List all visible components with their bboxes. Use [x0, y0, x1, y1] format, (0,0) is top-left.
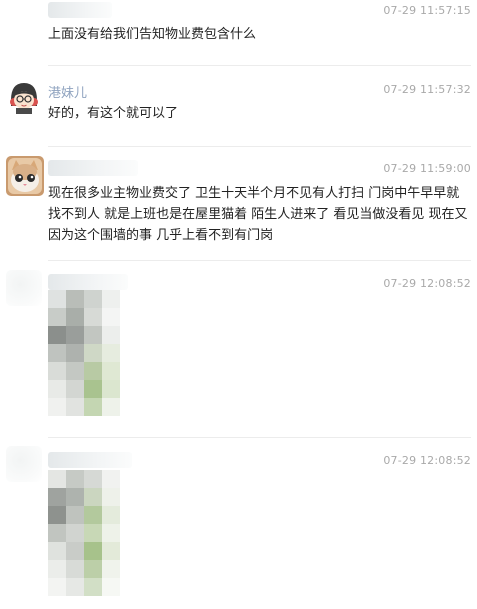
comment-time: 07-29 11:57:15: [383, 4, 471, 17]
divider: [48, 437, 471, 438]
comment-text: 好的，有这个就可以了: [48, 106, 179, 121]
author-name-blurred: [48, 2, 112, 18]
comment-time: 07-29 11:59:00: [383, 162, 471, 175]
blurred-image[interactable]: [48, 290, 120, 416]
comment-text: 现在很多业主物业费交了 卫生十天半个月不见有人打扫 门岗中午早早就找不到人 就是…: [48, 186, 468, 243]
avatar[interactable]: [6, 446, 42, 482]
divider: [48, 65, 471, 66]
author-name-blurred: [48, 452, 132, 468]
cartoon-girl-avatar-icon: [6, 78, 42, 114]
cat-avatar-icon: [6, 156, 44, 196]
comment-time: 07-29 12:08:52: [383, 277, 471, 290]
avatar[interactable]: [6, 156, 44, 196]
divider: [48, 146, 471, 147]
comment-time: 07-29 11:57:32: [383, 83, 471, 96]
divider: [48, 260, 471, 261]
author-name-blurred: [48, 160, 138, 176]
avatar[interactable]: [6, 270, 42, 306]
comment-time: 07-29 12:08:52: [383, 454, 471, 467]
comment-text: 上面没有给我们告知物业费包含什么: [48, 27, 257, 42]
author-name-blurred: [48, 274, 128, 290]
avatar[interactable]: [6, 78, 42, 114]
blurred-image[interactable]: [48, 470, 120, 596]
author-name[interactable]: 港妹儿: [48, 82, 87, 101]
